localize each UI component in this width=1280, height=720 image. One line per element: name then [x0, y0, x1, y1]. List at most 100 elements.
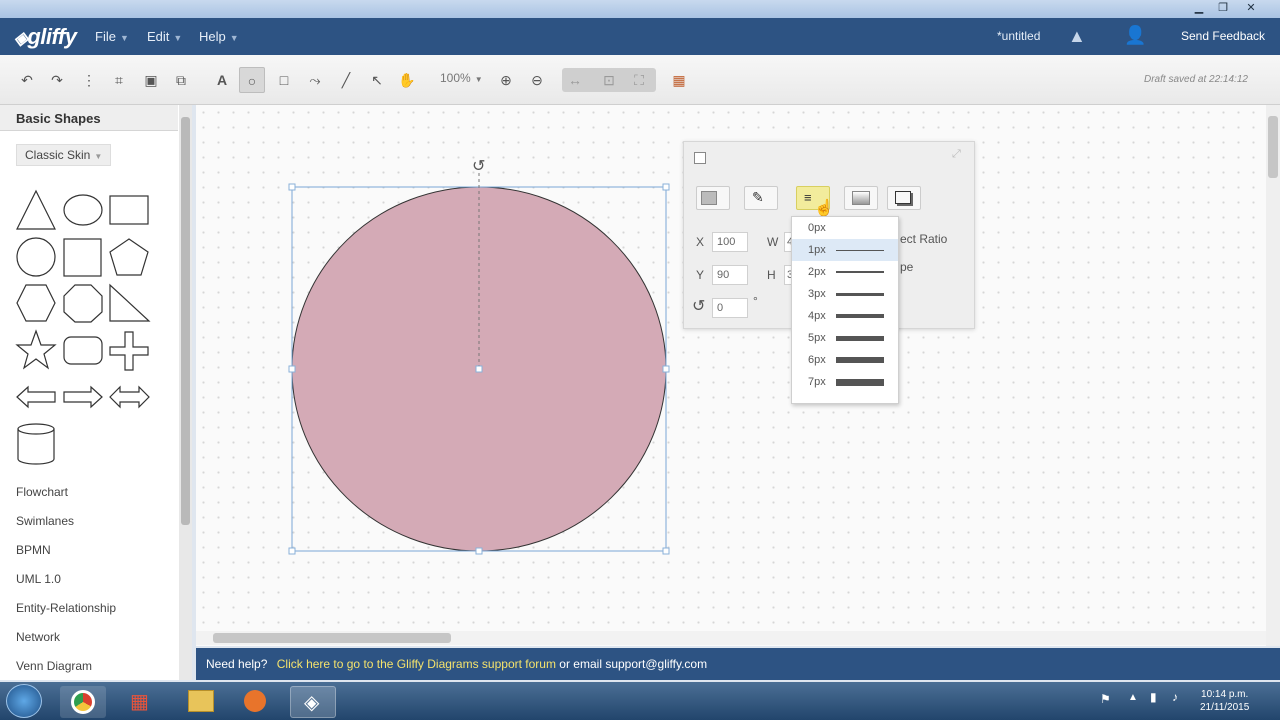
shape-option-label[interactable]: pe: [900, 260, 913, 274]
menu-help[interactable]: Help ▼: [199, 29, 239, 44]
zoom-select[interactable]: 100% ▼: [440, 71, 483, 85]
canvas-vertical-scrollbar[interactable]: [1266, 105, 1280, 646]
line-sample: [836, 357, 884, 363]
left-arrow-shape[interactable]: [16, 385, 56, 409]
pentagon-shape[interactable]: [109, 238, 149, 276]
theme-icon[interactable]: ▦: [666, 67, 692, 93]
select-icon[interactable]: ⋮: [76, 67, 102, 93]
right-arrow-shape[interactable]: [63, 385, 103, 409]
line-width-option[interactable]: 0px: [792, 217, 898, 239]
resize-handle[interactable]: [288, 365, 296, 373]
menu-file[interactable]: File ▼: [95, 29, 129, 44]
line-width-option[interactable]: 7px: [792, 371, 898, 393]
resize-handle[interactable]: [662, 183, 670, 191]
line-width-option[interactable]: 4px: [792, 305, 898, 327]
support-email[interactable]: or email support@gliffy.com: [556, 657, 707, 671]
apps-taskbar-icon[interactable]: ▦: [118, 686, 164, 718]
category-swimlanes[interactable]: Swimlanes: [16, 514, 74, 528]
hexagon-shape[interactable]: [16, 284, 56, 322]
resize-handle[interactable]: [288, 183, 296, 191]
y-label: Y: [696, 268, 705, 282]
zoom-out-icon[interactable]: ⊖: [524, 67, 550, 93]
category-bpmn[interactable]: BPMN: [16, 543, 51, 557]
line-width-option[interactable]: 3px: [792, 283, 898, 305]
user-icon[interactable]: 👤: [1124, 25, 1146, 46]
pointer-tool-icon[interactable]: ↖: [364, 67, 390, 93]
rotation-input[interactable]: [712, 298, 748, 318]
tray-flag-icon[interactable]: ⚑: [1100, 692, 1111, 706]
connector-tool-icon[interactable]: ⤳: [302, 67, 328, 93]
double-arrow-shape[interactable]: [109, 385, 150, 409]
cross-shape[interactable]: [109, 331, 149, 371]
rectangle-tool-icon[interactable]: □: [271, 67, 297, 93]
sidebar-scroll-thumb[interactable]: [181, 117, 190, 525]
circle-shape[interactable]: [16, 237, 56, 277]
undo-icon[interactable]: ↶: [14, 67, 40, 93]
media-player-taskbar-icon[interactable]: [232, 686, 278, 718]
bring-front-icon[interactable]: ▣: [138, 67, 164, 93]
zoom-in-icon[interactable]: ⊕: [493, 67, 519, 93]
chevron-down-icon: ▼: [94, 152, 103, 161]
send-back-icon[interactable]: ⧉: [168, 67, 194, 93]
redo-icon[interactable]: ↷: [44, 67, 70, 93]
maximize-icon[interactable]: ❐: [1212, 1, 1234, 16]
vertical-scroll-thumb[interactable]: [1268, 116, 1278, 178]
start-button[interactable]: [6, 684, 42, 718]
category-uml[interactable]: UML 1.0: [16, 572, 61, 586]
line-tool-icon[interactable]: ╱: [333, 67, 359, 93]
line-color-button[interactable]: ✎: [744, 186, 778, 210]
line-width-option[interactable]: 1px: [792, 239, 898, 261]
menu-file-label: File: [95, 29, 116, 44]
taskbar-clock[interactable]: 10:14 p.m. 21/11/2015: [1200, 688, 1249, 714]
skin-select[interactable]: Classic Skin ▼: [16, 144, 112, 166]
help-bar: Need help? Click here to go to the Gliff…: [196, 648, 1280, 680]
close-icon[interactable]: ✕: [1240, 1, 1262, 16]
ellipse-tool-icon[interactable]: ○: [239, 67, 265, 93]
text-tool-icon[interactable]: A: [209, 67, 235, 93]
triangle-shape[interactable]: [16, 189, 56, 230]
line-width-option[interactable]: 5px: [792, 327, 898, 349]
support-forum-link[interactable]: Click here to go to the Gliffy Diagrams …: [277, 657, 556, 671]
category-flowchart[interactable]: Flowchart: [16, 485, 68, 499]
fill-color-button[interactable]: [696, 186, 730, 210]
x-input[interactable]: [712, 232, 748, 252]
shadow-button[interactable]: [887, 186, 921, 210]
square-shape[interactable]: [63, 238, 102, 277]
center-handle[interactable]: [475, 365, 483, 373]
y-input[interactable]: [712, 265, 748, 285]
network-icon[interactable]: ▮: [1150, 690, 1157, 704]
resize-handle[interactable]: [475, 547, 483, 555]
line-width-option[interactable]: 2px: [792, 261, 898, 283]
document-title[interactable]: *untitled: [997, 29, 1040, 43]
octagon-shape[interactable]: [63, 284, 103, 323]
lock-aspect-ratio-label[interactable]: ect Ratio: [900, 232, 947, 246]
category-venn-diagram[interactable]: Venn Diagram: [16, 659, 92, 673]
menu-edit[interactable]: Edit ▼: [147, 29, 182, 44]
rectangle-shape[interactable]: [109, 195, 149, 225]
volume-icon[interactable]: ♪: [1172, 690, 1178, 704]
drive-icon[interactable]: ▲: [1068, 26, 1086, 47]
line-width-option[interactable]: 6px: [792, 349, 898, 371]
rotate-handle-icon[interactable]: ↺: [472, 156, 485, 175]
hand-tool-icon[interactable]: ✋: [394, 67, 420, 93]
category-network[interactable]: Network: [16, 630, 60, 644]
resize-handle[interactable]: [662, 365, 670, 373]
rounded-rectangle-shape[interactable]: [63, 336, 103, 365]
gliffy-taskbar-icon[interactable]: ◈: [290, 686, 336, 718]
explorer-taskbar-icon[interactable]: [178, 686, 224, 718]
ellipse-shape[interactable]: [63, 194, 103, 226]
gradient-button[interactable]: [844, 186, 878, 210]
minimize-icon[interactable]: ▁: [1188, 1, 1210, 16]
star-shape[interactable]: [15, 329, 57, 370]
send-feedback-link[interactable]: Send Feedback: [1181, 29, 1265, 43]
line-width-option-label: 3px: [808, 288, 826, 300]
resize-handle[interactable]: [288, 547, 296, 555]
chrome-taskbar-icon[interactable]: [60, 686, 106, 718]
tray-expand-icon[interactable]: ▲: [1128, 692, 1138, 703]
horizontal-scroll-thumb[interactable]: [213, 633, 451, 643]
resize-panel-icon[interactable]: ⤢: [952, 148, 961, 161]
right-triangle-shape[interactable]: [109, 283, 151, 322]
resize-handle[interactable]: [662, 547, 670, 555]
group-icon[interactable]: ⌗: [106, 67, 132, 93]
category-entity-relationship[interactable]: Entity-Relationship: [16, 601, 116, 615]
